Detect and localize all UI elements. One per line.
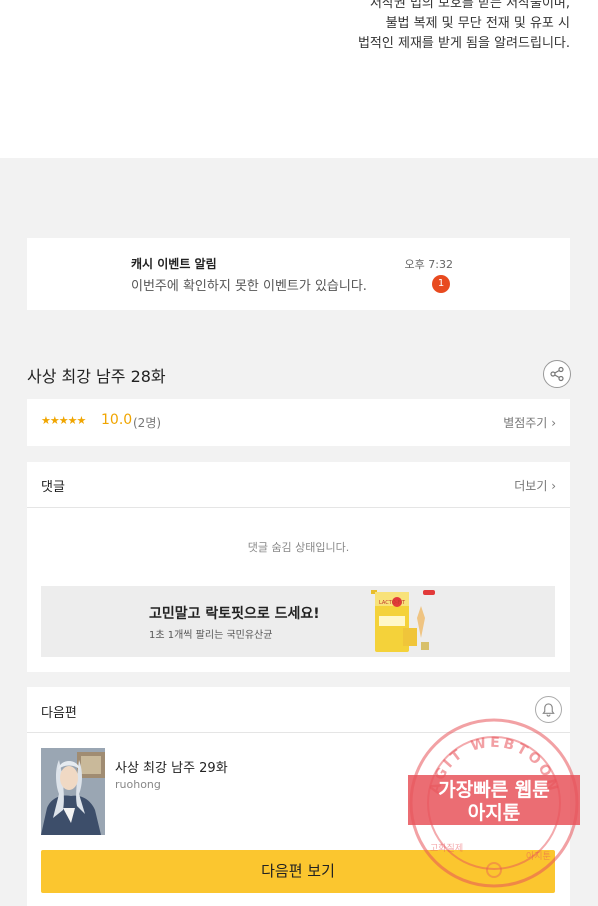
rating-stars: ★★★★★ [41,414,86,427]
bell-icon [542,703,555,717]
next-episode-label: 다음편 [41,706,77,721]
next-episode-thumbnail[interactable] [41,748,105,835]
comments-section: 댓글 더보기 › 댓글 숨김 상태입니다. 고민말고 락토핏으로 드세요! 1초… [27,462,570,672]
event-description: 이번주에 확인하지 못한 이벤트가 있습니다. [131,279,367,294]
next-episode-header: 다음편 [27,687,570,733]
ad-banner[interactable]: 고민말고 락토핏으로 드세요! 1초 1개씩 팔리는 국민유산균 LACTO-F… [41,586,555,657]
chevron-right-icon: › [551,479,556,493]
ad-subtitle: 1초 1개씩 팔리는 국민유산균 [149,630,273,641]
notify-button[interactable] [535,696,562,723]
comments-header: 댓글 더보기 › [27,462,570,508]
comments-label: 댓글 [41,480,65,495]
comments-more-button[interactable]: 더보기 › [514,477,556,494]
comments-hidden-message: 댓글 숨김 상태입니다. [247,541,350,554]
rating-count: (2명) [133,416,162,430]
unread-badge: 1 [432,275,450,293]
rating-score: 10.0 [101,412,133,428]
product-label: LACTO-FIT [379,600,406,606]
notice-line: 저작권 법의 보호를 받는 저작물이며, [369,0,570,11]
ad-title: 고민말고 락토핏으로 드세요! [149,606,320,622]
event-notification[interactable]: 캐시 이벤트 알림 이번주에 확인하지 못한 이벤트가 있습니다. 오후 7:3… [27,238,570,310]
product-image: LACTO-FIT [371,590,435,652]
event-title: 캐시 이벤트 알림 [131,257,217,271]
next-episode-title[interactable]: 사상 최강 남주 29화 [115,757,228,776]
copyright-notice-panel: 저작권 법의 보호를 받는 저작물이며, 불법 복제 및 무단 전재 및 유포 … [0,0,598,158]
rating-bar: ★★★★★ 10.0 (2명) 별점주기 › [27,399,570,446]
chevron-right-icon: › [551,416,556,430]
next-episode-section: 다음편 사상 최강 남주 29화 ruohong 다음편 보기 [27,687,570,906]
next-episode-author: ruohong [115,778,161,791]
rate-label: 별점주기 [503,416,548,430]
notice-line: 법적인 제재를 받게 됨을 알려드립니다. [357,36,570,51]
share-icon [550,366,564,382]
next-episode-button[interactable]: 다음편 보기 [41,850,555,893]
share-button[interactable] [543,360,571,388]
event-time: 오후 7:32 [404,258,453,271]
copyright-notice: 저작권 법의 보호를 받는 저작물이며, 불법 복제 및 무단 전재 및 유포 … [358,0,570,54]
notice-line: 불법 복제 및 무단 전재 및 유포 시 [385,16,570,31]
episode-title: 사상 최강 남주 28화 [27,367,166,386]
rate-button[interactable]: 별점주기 › [503,414,556,431]
more-label: 더보기 [514,479,548,493]
